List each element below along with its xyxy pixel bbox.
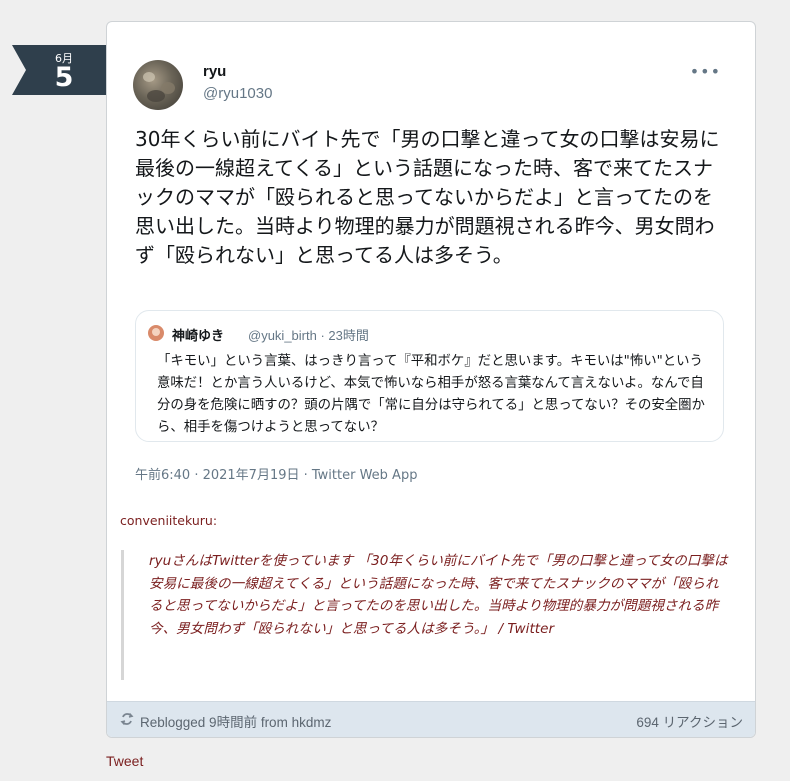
tweet-embed-image[interactable]: ryu @ryu1030 ••• 30年くらい前にバイト先で「男の口撃と違って女…	[115, 30, 749, 515]
quote-avatar	[148, 325, 164, 341]
post-card: ryu @ryu1030 ••• 30年くらい前にバイト先で「男の口撃と違って女…	[106, 21, 756, 738]
reblog-source[interactable]: Reblogged 9時間前 from hkdmz	[140, 711, 331, 731]
tweet-link[interactable]: Tweet	[106, 753, 143, 769]
post-footer: Reblogged 9時間前 from hkdmz 694 リアクション	[107, 701, 755, 737]
tweet-text: 30年くらい前にバイト先で「男の口撃と違って女の口撃は安易に最後の一線超えてくる…	[135, 127, 720, 267]
quoted-tweet[interactable]: 神崎ゆき @yuki_birth · 23時間 「キモい」という言葉、はっきり言…	[135, 310, 724, 442]
reblog-icon	[120, 712, 134, 726]
quote-text: 「キモい」という言葉、はっきり言って『平和ボケ』だと思います。キモいは"怖い"と…	[157, 354, 705, 435]
notes-count[interactable]: 694 リアクション	[636, 711, 743, 731]
quote-author-name: 神崎ゆき	[172, 329, 225, 344]
user-name[interactable]: ryu	[203, 63, 226, 80]
user-avatar[interactable]	[133, 60, 183, 110]
blockquote-text: ryuさんはTwitterを使っています 「30年くらい前にバイト先で「男の口撃…	[149, 553, 728, 637]
date-day: 5	[54, 62, 74, 93]
tweet-timestamp: 午前6:40 · 2021年7月19日 · Twitter Web App	[135, 468, 418, 483]
reblog-user-link[interactable]: conveniitekuru:	[120, 513, 217, 528]
user-handle[interactable]: @ryu1030	[203, 85, 272, 102]
more-options-icon[interactable]: •••	[690, 62, 721, 81]
quote-author-meta: @yuki_birth · 23時間	[248, 328, 369, 343]
date-ribbon: 6月 5	[12, 45, 106, 95]
post-blockquote: ryuさんはTwitterを使っています 「30年くらい前にバイト先で「男の口撃…	[121, 550, 728, 680]
